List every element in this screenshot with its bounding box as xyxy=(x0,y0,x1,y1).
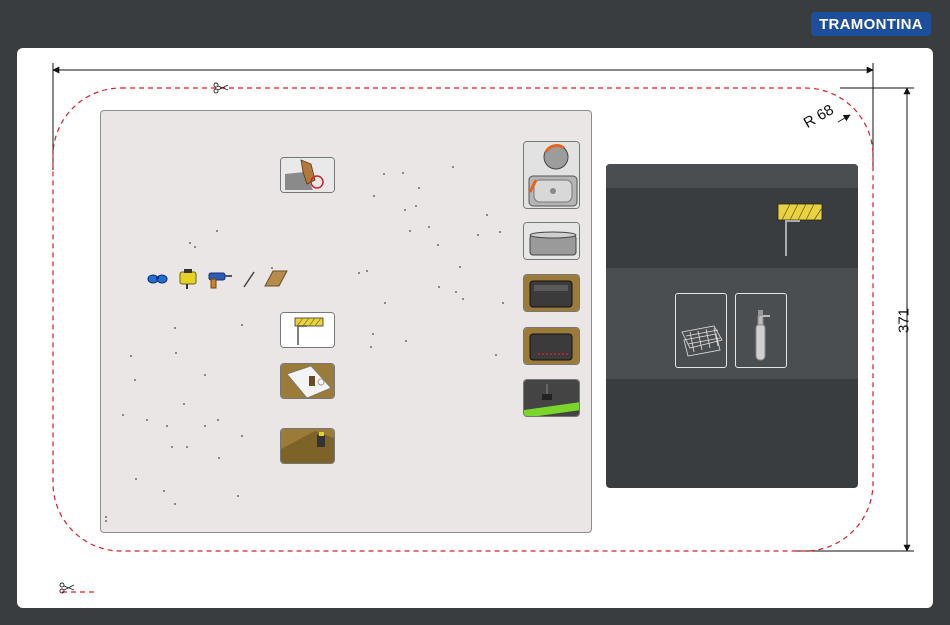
scissors-icon xyxy=(213,82,229,94)
cut-outline xyxy=(52,87,874,552)
template-overlay xyxy=(52,63,914,594)
radius-arrow xyxy=(837,114,851,123)
height-dimension-label: 371 xyxy=(895,307,913,334)
width-dimension-line xyxy=(52,63,874,170)
